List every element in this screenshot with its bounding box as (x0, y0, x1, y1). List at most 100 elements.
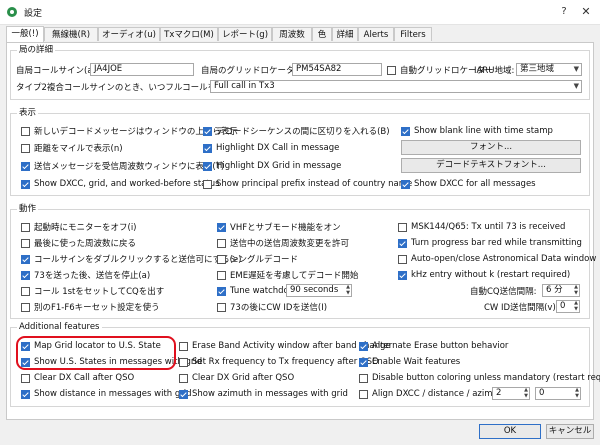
behavior-option[interactable]: 最後に使った周波数に戻る (21, 236, 136, 250)
behavior-option[interactable]: MSK144/Q65: Tx until 73 is received (398, 220, 565, 234)
feature-option[interactable]: Set Rx frequency to Tx frequency after Q… (179, 355, 379, 369)
iaru-region-select[interactable]: 第三地域 ▼ (516, 63, 582, 76)
display-option[interactable]: Show DXCC for all messages (401, 177, 536, 191)
tab-frequencies[interactable]: 周波数 (272, 27, 312, 41)
behavior-option[interactable]: VHFとサブモード機能をオン (217, 220, 341, 234)
feature-option[interactable]: Enable Wait features (359, 355, 460, 369)
display-option[interactable]: Show principal prefix instead of country… (203, 177, 412, 191)
display-option[interactable]: Show blank line with time stamp (401, 124, 553, 138)
feature-option[interactable]: Show distance in messages with grid (21, 387, 192, 401)
spin-arrows-icon[interactable]: ▲ ▼ (574, 284, 578, 296)
checkbox[interactable] (398, 222, 407, 232)
behavior-option[interactable]: シングルデコード (217, 252, 298, 266)
feature-option[interactable]: Map Grid locator to U.S. State (21, 339, 161, 353)
checkbox[interactable] (21, 222, 30, 232)
checkbox[interactable] (359, 357, 368, 367)
checkbox[interactable] (21, 143, 30, 153)
checkbox[interactable] (21, 389, 30, 399)
checkbox[interactable] (203, 143, 212, 153)
feature-option[interactable]: Clear DX Grid after QSO (179, 371, 294, 385)
spin-arrows-icon[interactable]: ▲ ▼ (524, 387, 528, 399)
checkbox[interactable] (179, 373, 188, 383)
tab-advanced[interactable]: 詳細 (332, 27, 358, 41)
tab-alerts[interactable]: Alerts (358, 27, 394, 41)
tab-colors[interactable]: 色 (312, 27, 332, 41)
display-option[interactable]: デコードシーケンスの間に区切りを入れる(B) (203, 124, 390, 138)
behavior-option[interactable]: 別のF1-F6キーセット設定を使う (21, 300, 160, 314)
behavior-option[interactable]: kHz entry without k (restart required) (398, 268, 570, 282)
checkbox[interactable] (21, 161, 30, 171)
behavior-option[interactable]: 送信中の送信周波数変更を許可 (217, 236, 349, 250)
feature-option[interactable]: Show U.S. States in messages with grid (21, 355, 202, 369)
align-spinbox-1[interactable]: 2 ▲ ▼ (492, 387, 530, 400)
display-option[interactable]: Highlight DX Grid in message (203, 159, 341, 173)
checkbox[interactable] (203, 179, 212, 189)
checkbox[interactable] (21, 286, 30, 296)
grid-input[interactable]: PM54SA82 (292, 63, 382, 76)
behavior-option[interactable]: コールサインをダブルクリックすると送信可にする(e) (21, 252, 241, 266)
help-button[interactable]: ? (554, 3, 574, 21)
spin-arrows-icon[interactable]: ▲ ▼ (346, 284, 350, 296)
spin-arrows-icon[interactable]: ▲ ▼ (574, 300, 578, 312)
feature-option[interactable]: Clear DX Call after QSO (21, 371, 134, 385)
checkbox[interactable] (217, 238, 226, 248)
checkbox[interactable] (359, 341, 368, 351)
behavior-option[interactable]: 起動時にモニターをオフ(i) (21, 220, 137, 234)
checkbox[interactable] (21, 373, 30, 383)
checkbox[interactable] (217, 286, 226, 296)
checkbox[interactable] (217, 254, 226, 264)
checkbox[interactable] (179, 357, 188, 367)
display-option[interactable]: 送信メッセージを受信周波数ウィンドウに表示(T) (21, 159, 224, 173)
behavior-option[interactable]: EME遅延を考慮してデコード開始 (217, 268, 358, 282)
tab-audio[interactable]: オーディオ(u) (98, 27, 160, 41)
checkbox[interactable] (359, 373, 368, 383)
behavior-option[interactable]: Turn progress bar red while transmitting (398, 236, 582, 250)
checkbox[interactable] (179, 389, 188, 399)
checkbox[interactable] (21, 302, 30, 312)
behavior-option[interactable]: 73の後にCW IDを送信(I) (217, 300, 327, 314)
cq-interval-spinbox[interactable]: 6 分 ▲ ▼ (542, 284, 580, 297)
tune-watchdog-option[interactable]: Tune watchdog (217, 284, 294, 298)
checkbox[interactable] (21, 254, 30, 264)
feature-option[interactable]: Show azimuth in messages with grid (179, 387, 348, 401)
display-option[interactable]: Highlight DX Call in message (203, 141, 339, 155)
auto-grid-check[interactable] (387, 65, 396, 75)
align-option[interactable]: Align DXCC / distance / azimuth (359, 387, 507, 401)
checkbox[interactable] (21, 270, 30, 280)
checkbox[interactable] (359, 389, 368, 399)
tab-reporting[interactable]: レポート(g) (218, 27, 272, 41)
feature-option[interactable]: Alternate Erase button behavior (359, 339, 508, 353)
ok-button[interactable]: OK (479, 424, 541, 439)
spin-arrows-icon[interactable]: ▲ ▼ (575, 387, 579, 399)
checkbox[interactable] (398, 270, 407, 280)
behavior-option[interactable]: コール 1stをセットしてCQを出す (21, 284, 164, 298)
checkbox[interactable] (21, 341, 30, 351)
checkbox[interactable] (217, 302, 226, 312)
checkbox[interactable] (203, 126, 212, 136)
feature-option[interactable]: Disable button coloring unless mandatory… (359, 371, 600, 385)
checkbox[interactable] (21, 357, 30, 367)
checkbox[interactable] (401, 126, 410, 136)
checkbox[interactable] (21, 126, 30, 136)
decode-font-button[interactable]: デコードテキストフォント... (401, 158, 581, 173)
display-option[interactable]: 距離をマイルで表示(n) (21, 141, 123, 155)
checkbox[interactable] (21, 179, 30, 189)
behavior-option[interactable]: 73を送った後、送信を停止(a) (21, 268, 150, 282)
checkbox[interactable] (217, 222, 226, 232)
checkbox[interactable] (398, 254, 407, 264)
checkbox[interactable] (203, 161, 212, 171)
font-button[interactable]: フォント... (401, 140, 581, 155)
tab-radio[interactable]: 無線機(R) (44, 27, 98, 41)
checkbox[interactable] (179, 341, 188, 351)
type2-select[interactable]: Full call in Tx3 ▼ (210, 80, 582, 93)
close-button[interactable]: ✕ (575, 3, 597, 21)
display-option[interactable]: Show DXCC, grid, and worked-before statu… (21, 177, 220, 191)
cancel-button[interactable]: キャンセル (546, 424, 594, 439)
align-spinbox-2[interactable]: 0 ▲ ▼ (535, 387, 581, 400)
checkbox[interactable] (21, 238, 30, 248)
checkbox[interactable] (401, 179, 410, 189)
cw-interval-spinbox[interactable]: 0 ▲ ▼ (556, 300, 580, 313)
tab-filters[interactable]: Filters (394, 27, 432, 41)
behavior-option[interactable]: Auto-open/close Astronomical Data window (398, 252, 596, 266)
checkbox[interactable] (217, 270, 226, 280)
